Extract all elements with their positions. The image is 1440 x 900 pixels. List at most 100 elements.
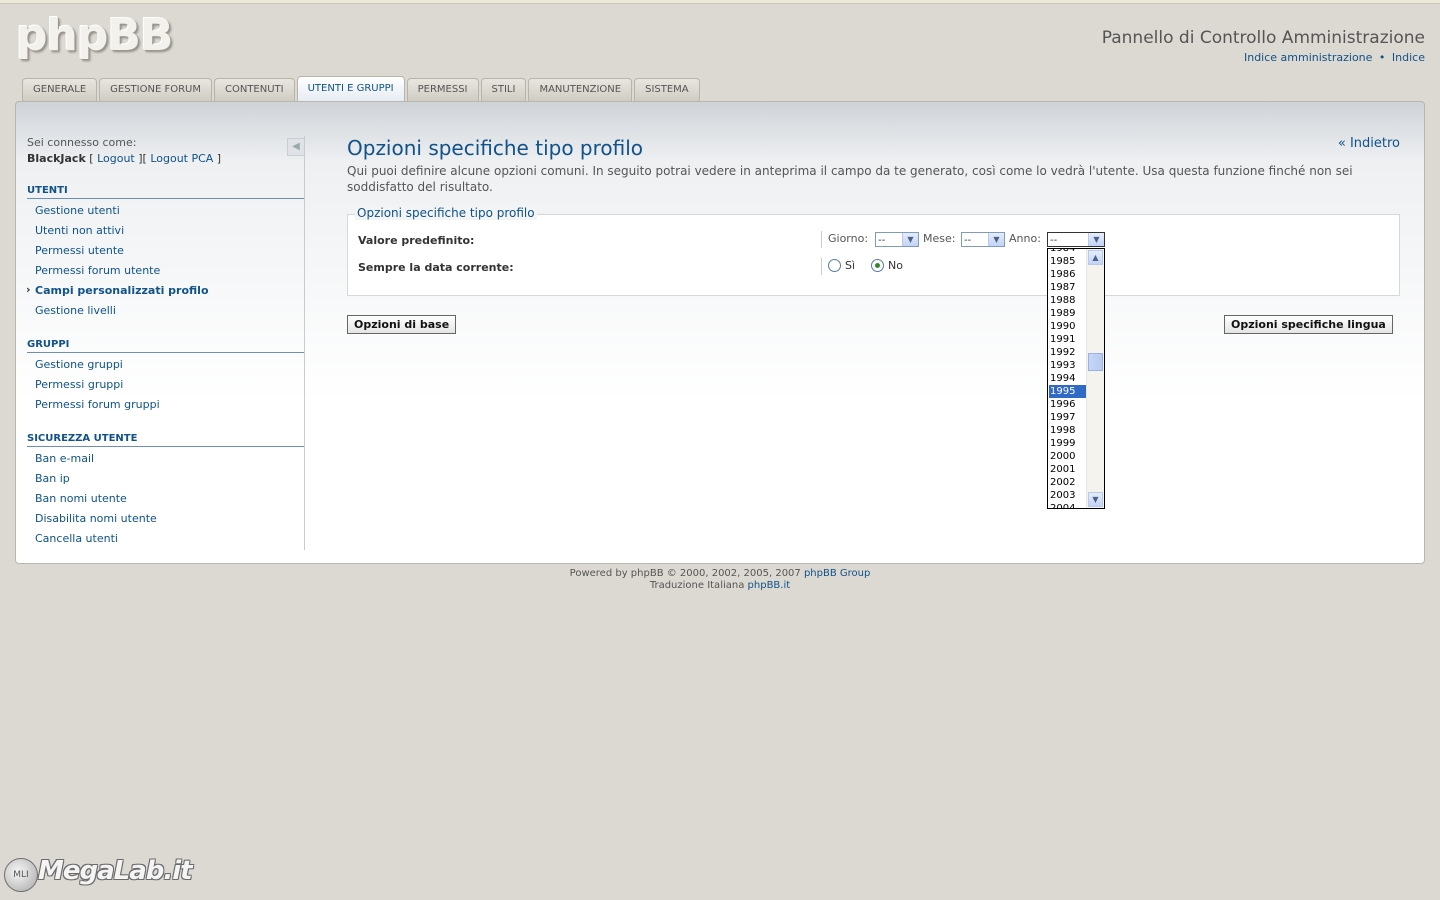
sidebar-item-permessi-gruppi[interactable]: Permessi gruppi	[35, 378, 123, 391]
year-option[interactable]: 1984	[1049, 249, 1088, 255]
phpbb-logo[interactable]: phpBB	[16, 10, 173, 61]
sidebar-item-ban-ip[interactable]: Ban ip	[35, 472, 70, 485]
year-option[interactable]: 1997	[1049, 411, 1088, 424]
year-option[interactable]: 1990	[1049, 320, 1088, 333]
day-select-value: --	[878, 235, 886, 246]
logout-link[interactable]: Logout	[97, 152, 135, 165]
tab-gestione-forum[interactable]: GESTIONE FORUM	[99, 78, 212, 101]
login-line: BlackJack [ Logout ][ Logout PCA ]	[27, 152, 222, 165]
year-option[interactable]: 1993	[1049, 359, 1088, 372]
year-option[interactable]: 1987	[1049, 281, 1088, 294]
watermark-text: MegaLab.it	[38, 856, 193, 886]
year-option[interactable]: 1996	[1049, 398, 1088, 411]
field-divider	[821, 231, 822, 248]
year-select[interactable]: -- ▼	[1047, 232, 1105, 247]
footer-line-2: Traduzione Italiana phpBB.it	[0, 580, 1440, 592]
link-separator: •	[1378, 51, 1386, 64]
logged-in-label: Sei connesso come:	[27, 136, 137, 149]
month-label: Mese:	[923, 232, 956, 245]
sidebar-item-gestione-livelli[interactable]: Gestione livelli	[35, 304, 116, 317]
tab-generale[interactable]: GENERALE	[22, 78, 98, 101]
year-option[interactable]: 1994	[1049, 372, 1088, 385]
section-gruppi: GRUPPI	[27, 339, 304, 353]
radio-no-label: No	[888, 259, 903, 272]
year-select-value: --	[1050, 235, 1058, 246]
year-option[interactable]: 1998	[1049, 424, 1088, 437]
acp-title: Pannello di Controllo Amministrazione	[1101, 28, 1425, 48]
month-select[interactable]: -- ▼	[961, 232, 1005, 247]
username: BlackJack	[27, 152, 86, 165]
sidebar-item-utenti-non-attivi[interactable]: Utenti non attivi	[35, 224, 124, 237]
chevron-down-icon: ▼	[988, 233, 1004, 246]
year-option[interactable]: 1992	[1049, 346, 1088, 359]
year-option[interactable]: 1986	[1049, 268, 1088, 281]
tab-sistema[interactable]: SISTEMA	[634, 78, 700, 101]
sidebar-item-ban-email[interactable]: Ban e-mail	[35, 452, 94, 465]
sidebar-item-cancella-utenti[interactable]: Cancella utenti	[35, 532, 118, 545]
sidebar-item-ban-nomi-utente[interactable]: Ban nomi utente	[35, 492, 127, 505]
sidebar-divider	[304, 136, 305, 550]
back-link[interactable]: « Indietro	[1338, 136, 1400, 151]
year-option[interactable]: 2000	[1049, 450, 1088, 463]
year-option[interactable]: 1989	[1049, 307, 1088, 320]
sidebar-item-permessi-forum-utente[interactable]: Permessi forum utente	[35, 264, 160, 277]
radio-no[interactable]	[871, 259, 884, 272]
current-date-label: Sempre la data corrente:	[358, 261, 514, 274]
year-option[interactable]: 1991	[1049, 333, 1088, 346]
sidebar-item-permessi-utente[interactable]: Permessi utente	[35, 244, 124, 257]
year-option[interactable]: 2003	[1049, 489, 1088, 502]
collapse-sidebar-icon[interactable]: ◀	[287, 138, 305, 156]
logout-pca-link[interactable]: Logout PCA	[150, 152, 213, 165]
tab-stili[interactable]: STILI	[480, 78, 527, 101]
main-tabs: GENERALE GESTIONE FORUM CONTENUTI UTENTI…	[22, 76, 700, 101]
footer-line-1: Powered by phpBB © 2000, 2002, 2005, 200…	[0, 568, 1440, 580]
top-border	[0, 0, 1440, 4]
year-option[interactable]: 1985	[1049, 255, 1088, 268]
month-select-value: --	[964, 235, 972, 246]
tab-permessi[interactable]: PERMESSI	[406, 78, 479, 101]
year-scrollbar[interactable]: ▲ ▼	[1086, 249, 1104, 508]
year-option[interactable]: 1988	[1049, 294, 1088, 307]
header-links: Indice amministrazione • Indice	[1244, 51, 1425, 64]
footer-translation: Traduzione Italiana	[649, 580, 748, 591]
tab-utenti-e-gruppi[interactable]: UTENTI E GRUPPI	[296, 76, 405, 101]
field-divider	[821, 258, 822, 275]
watermark-badge-icon: MLI	[4, 858, 38, 892]
sidebar-item-gestione-utenti[interactable]: Gestione utenti	[35, 204, 120, 217]
year-option[interactable]: 1999	[1049, 437, 1088, 450]
default-value-label: Valore predefinito:	[358, 234, 475, 247]
scroll-down-icon[interactable]: ▼	[1088, 492, 1103, 507]
section-utenti: UTENTI	[27, 185, 304, 199]
phpbb-it-link[interactable]: phpBB.it	[748, 580, 791, 591]
page-title: Opzioni specifiche tipo profilo	[347, 136, 644, 160]
day-label: Giorno:	[828, 232, 869, 245]
board-index-link[interactable]: Indice	[1392, 51, 1425, 64]
year-label: Anno:	[1009, 232, 1041, 245]
phpbb-group-link[interactable]: phpBB Group	[804, 568, 870, 579]
sidebar-item-permessi-forum-gruppi[interactable]: Permessi forum gruppi	[35, 398, 160, 411]
language-options-button[interactable]: Opzioni specifiche lingua	[1224, 315, 1393, 334]
year-dropdown-list[interactable]: 1984 1985 1986 1987 1988 1989 1990 1991 1992 1993…	[1047, 248, 1105, 509]
scroll-up-icon[interactable]: ▲	[1088, 250, 1103, 265]
year-option[interactable]: 2001	[1049, 463, 1088, 476]
chevron-down-icon: ▼	[1088, 233, 1104, 246]
base-options-button[interactable]: Opzioni di base	[347, 315, 457, 334]
day-select[interactable]: -- ▼	[875, 232, 919, 247]
sidebar-item-campi-personalizzati[interactable]: Campi personalizzati profilo	[26, 283, 208, 297]
year-option[interactable]: 2002	[1049, 476, 1088, 489]
sidebar-item-gestione-gruppi[interactable]: Gestione gruppi	[35, 358, 123, 371]
sidebar-item-disabilita-nomi[interactable]: Disabilita nomi utente	[35, 512, 157, 525]
year-option[interactable]: 1995	[1049, 385, 1088, 398]
section-sicurezza-utente: SICUREZZA UTENTE	[27, 433, 304, 447]
year-option[interactable]: 2004	[1049, 502, 1088, 508]
year-options: 1984 1985 1986 1987 1988 1989 1990 1991 1992 1993…	[1049, 249, 1088, 508]
tab-contenuti[interactable]: CONTENUTI	[213, 78, 295, 101]
tab-manutenzione[interactable]: MANUTENZIONE	[528, 78, 633, 101]
radio-yes-label: Sì	[845, 259, 856, 272]
admin-index-link[interactable]: Indice amministrazione	[1244, 51, 1372, 64]
footer-powered: Powered by phpBB © 2000, 2002, 2005, 200…	[569, 568, 804, 579]
scroll-thumb[interactable]	[1088, 353, 1103, 371]
footer: Powered by phpBB © 2000, 2002, 2005, 200…	[0, 568, 1440, 592]
page-description: Qui puoi definire alcune opzioni comuni.…	[347, 164, 1353, 194]
radio-yes[interactable]	[828, 259, 841, 272]
